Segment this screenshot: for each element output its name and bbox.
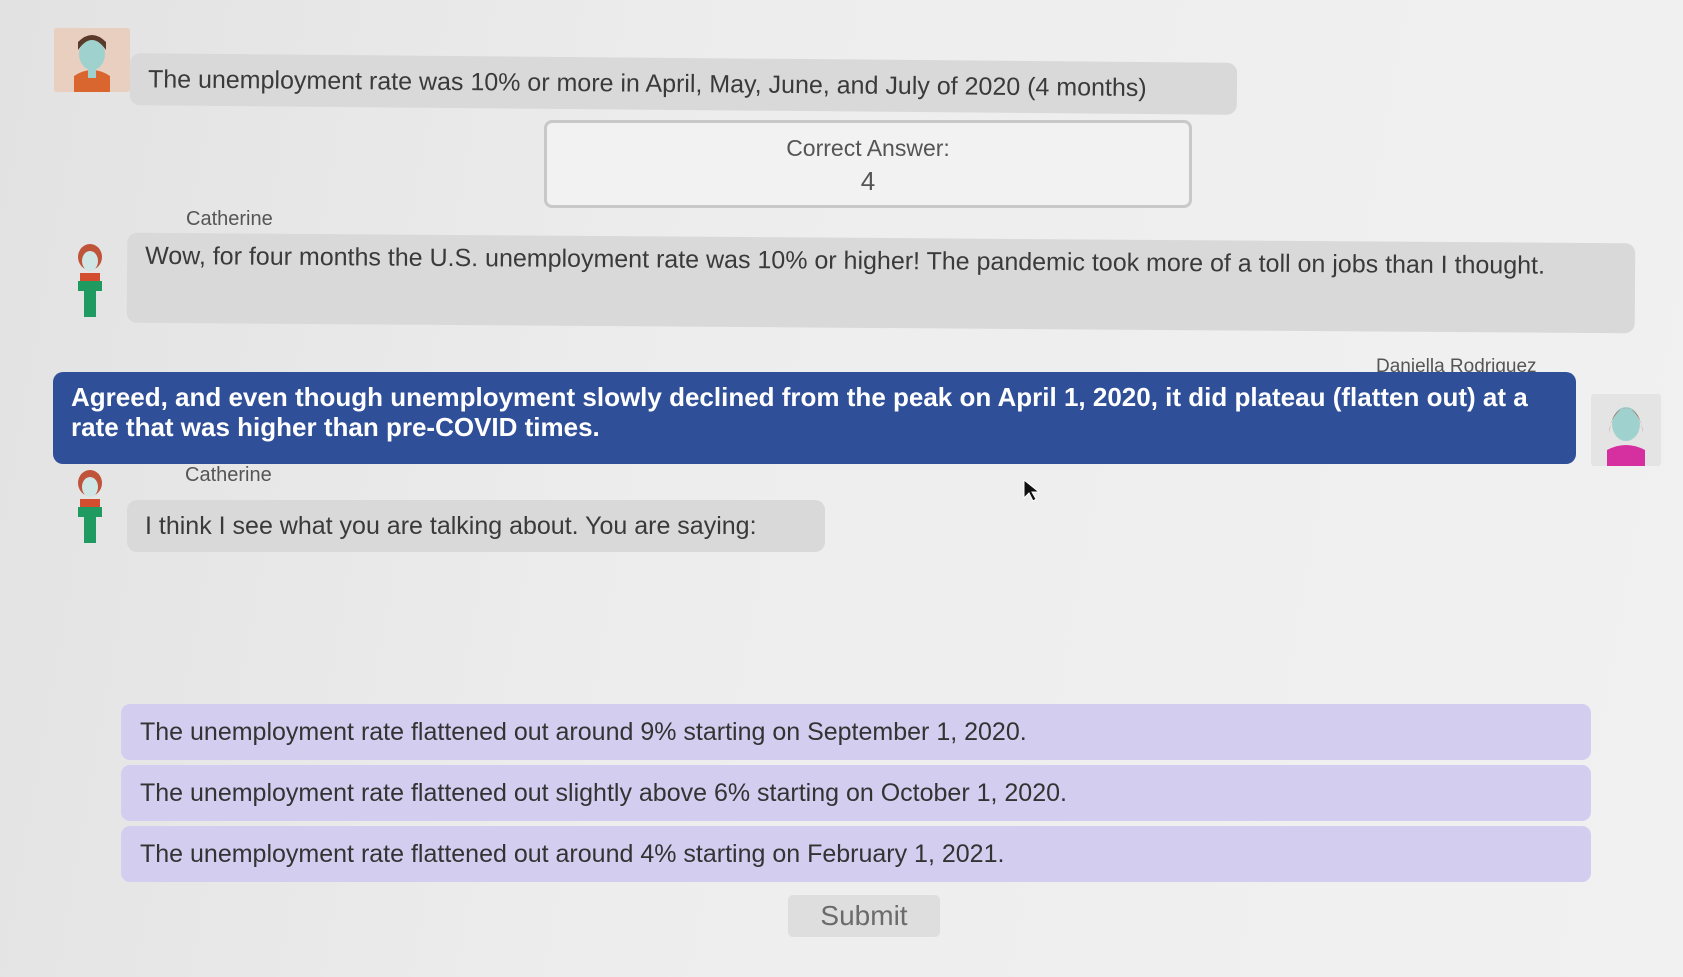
option-2[interactable]: The unemployment rate flattened out slig… <box>121 765 1591 821</box>
speaker-catherine-2: Catherine <box>185 464 272 486</box>
catherine-message-1: Wow, for four months the U.S. unemployme… <box>126 232 1636 334</box>
daniella-message: Agreed, and even though unemployment slo… <box>53 372 1576 464</box>
option-3-label: The unemployment rate flattened out arou… <box>140 840 1005 868</box>
daniella-message-text: Agreed, and even though unemployment slo… <box>71 382 1528 442</box>
correct-answer-value: 4 <box>860 166 876 196</box>
option-1-label: The unemployment rate flattened out arou… <box>140 718 1027 746</box>
option-3[interactable]: The unemployment rate flattened out arou… <box>121 826 1591 882</box>
narrator-avatar <box>54 28 130 92</box>
catherine-message-2: I think I see what you are talking about… <box>127 500 825 552</box>
intro-text: The unemployment rate was 10% or more in… <box>147 65 1147 103</box>
catherine-message-2-text: I think I see what you are talking about… <box>145 512 757 540</box>
option-2-label: The unemployment rate flattened out slig… <box>140 779 1067 807</box>
catherine-message-1-text: Wow, for four months the U.S. unemployme… <box>145 241 1546 280</box>
speaker-catherine: Catherine <box>186 208 273 230</box>
mouse-cursor-icon <box>1023 478 1041 502</box>
chat-screen: The unemployment rate was 10% or more in… <box>0 0 1683 977</box>
correct-answer-box: Correct Answer: 4 <box>544 120 1192 208</box>
catherine-avatar <box>70 243 110 321</box>
submit-button[interactable]: Submit <box>788 895 940 937</box>
intro-message: The unemployment rate was 10% or more in… <box>129 53 1238 115</box>
option-1[interactable]: The unemployment rate flattened out arou… <box>121 704 1591 760</box>
correct-answer-label: Correct Answer: <box>786 135 950 161</box>
daniella-avatar <box>1591 394 1661 466</box>
catherine-avatar-2 <box>70 469 110 547</box>
